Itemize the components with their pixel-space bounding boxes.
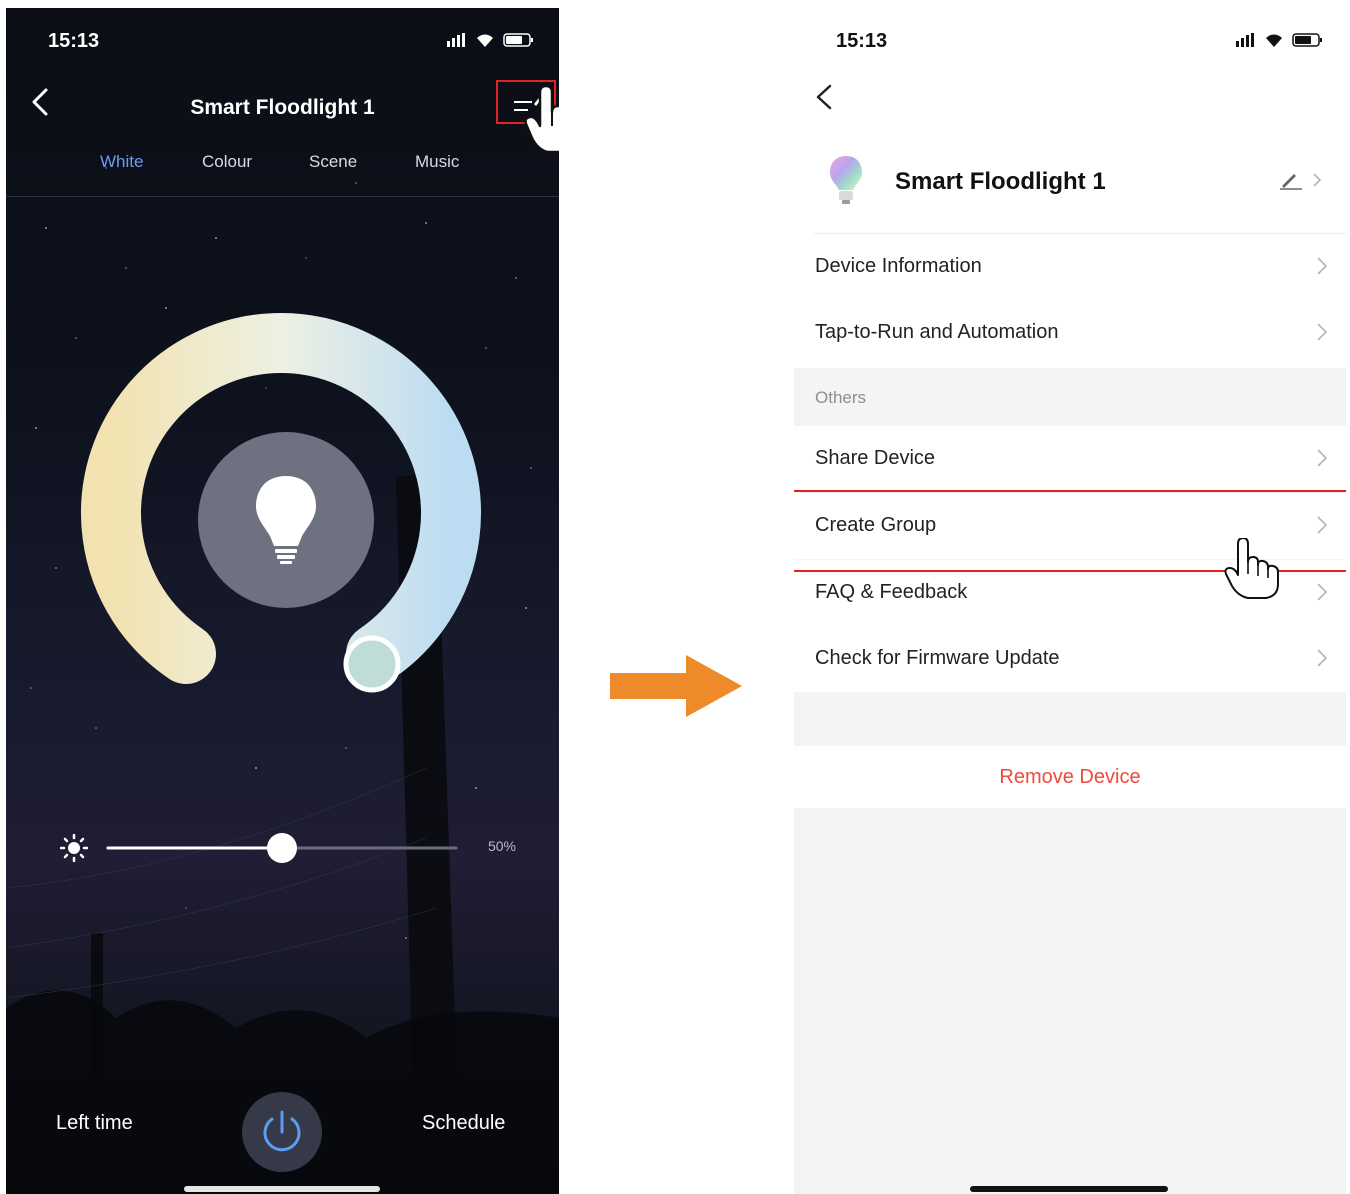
pencil-icon[interactable]	[1278, 168, 1324, 190]
tab-music[interactable]: Music	[415, 152, 459, 172]
system-icons	[447, 32, 535, 48]
tab-white[interactable]: White	[100, 152, 143, 172]
menu-item-label: FAQ & Feedback	[815, 581, 968, 603]
status-time: 15:13	[48, 30, 100, 52]
menu-item-label: Share Device	[815, 447, 936, 469]
signal-icon	[1236, 33, 1254, 47]
device-name: Smart Floodlight 1	[895, 168, 1106, 195]
color-temperature-dial[interactable]	[76, 308, 496, 708]
status-bar: 15:13	[6, 8, 559, 68]
brightness-control: 50%	[56, 828, 536, 868]
tab-divider	[6, 196, 559, 197]
schedule-button[interactable]: Schedule	[422, 1112, 505, 1135]
power-icon	[263, 1110, 301, 1152]
menu-item-tap-to-run[interactable]: Tap-to-Run and Automation	[794, 300, 1346, 366]
right-phone-screen: 15:13 Smart Floodlight 1 Device Informat…	[794, 0, 1346, 1194]
hand-pointer-icon	[1224, 538, 1279, 599]
system-icons	[1236, 32, 1324, 48]
chevron-right-icon	[1317, 257, 1328, 275]
chevron-right-icon	[1317, 323, 1328, 341]
remove-device-row[interactable]: Remove Device	[794, 746, 1346, 808]
power-button[interactable]	[242, 1092, 322, 1172]
chevron-right-icon	[1317, 649, 1328, 667]
bulb-icon	[830, 156, 862, 204]
menu-item-label: Check for Firmware Update	[815, 647, 1060, 669]
home-indicator	[970, 1186, 1168, 1192]
section-header-label: Others	[815, 388, 867, 407]
menu-item-label: Device Information	[815, 255, 982, 277]
temperature-thumb[interactable]	[343, 635, 401, 693]
menu-item-device-information[interactable]: Device Information	[794, 234, 1346, 300]
page-title: Smart Floodlight 1	[190, 96, 375, 119]
tab-colour[interactable]: Colour	[202, 152, 252, 172]
menu-item-share-device[interactable]: Share Device	[794, 426, 1346, 492]
navigation-bar: Smart Floodlight 1	[6, 78, 559, 154]
menu-item-firmware-update[interactable]: Check for Firmware Update	[794, 626, 1346, 692]
wifi-icon	[477, 34, 493, 47]
wifi-icon	[1266, 34, 1282, 47]
remove-device-button[interactable]: Remove Device	[794, 766, 1346, 789]
chevron-right-icon	[1317, 583, 1328, 601]
tab-scene[interactable]: Scene	[309, 152, 357, 172]
signal-icon	[447, 33, 465, 47]
back-icon[interactable]	[808, 80, 842, 114]
hand-pointer-icon	[524, 86, 559, 154]
brightness-slider[interactable]	[106, 832, 466, 864]
transition-arrow	[610, 655, 742, 717]
brightness-value: 50%	[487, 838, 516, 854]
home-indicator	[184, 1186, 380, 1192]
brightness-thumb[interactable]	[267, 833, 297, 863]
device-name-row[interactable]: Smart Floodlight 1	[794, 144, 1346, 234]
chevron-right-icon	[1317, 449, 1328, 467]
left-phone-screen: 15:13 Smart Floodlight 1 White Colour Sc…	[6, 8, 559, 1194]
battery-icon	[503, 33, 533, 47]
left-time-button[interactable]: Left time	[56, 1112, 133, 1135]
mode-tabs: White Colour Scene Music	[6, 148, 559, 188]
menu-item-label: Tap-to-Run and Automation	[815, 321, 1059, 343]
status-time: 15:13	[836, 30, 888, 52]
section-header-others: Others	[794, 368, 1346, 426]
tutorial-stage: 15:13 Smart Floodlight 1 White Colour Sc…	[0, 0, 1350, 1194]
sun-icon	[60, 834, 88, 862]
bottom-bar: Left time Schedule	[6, 1070, 559, 1194]
battery-icon	[1292, 33, 1322, 47]
